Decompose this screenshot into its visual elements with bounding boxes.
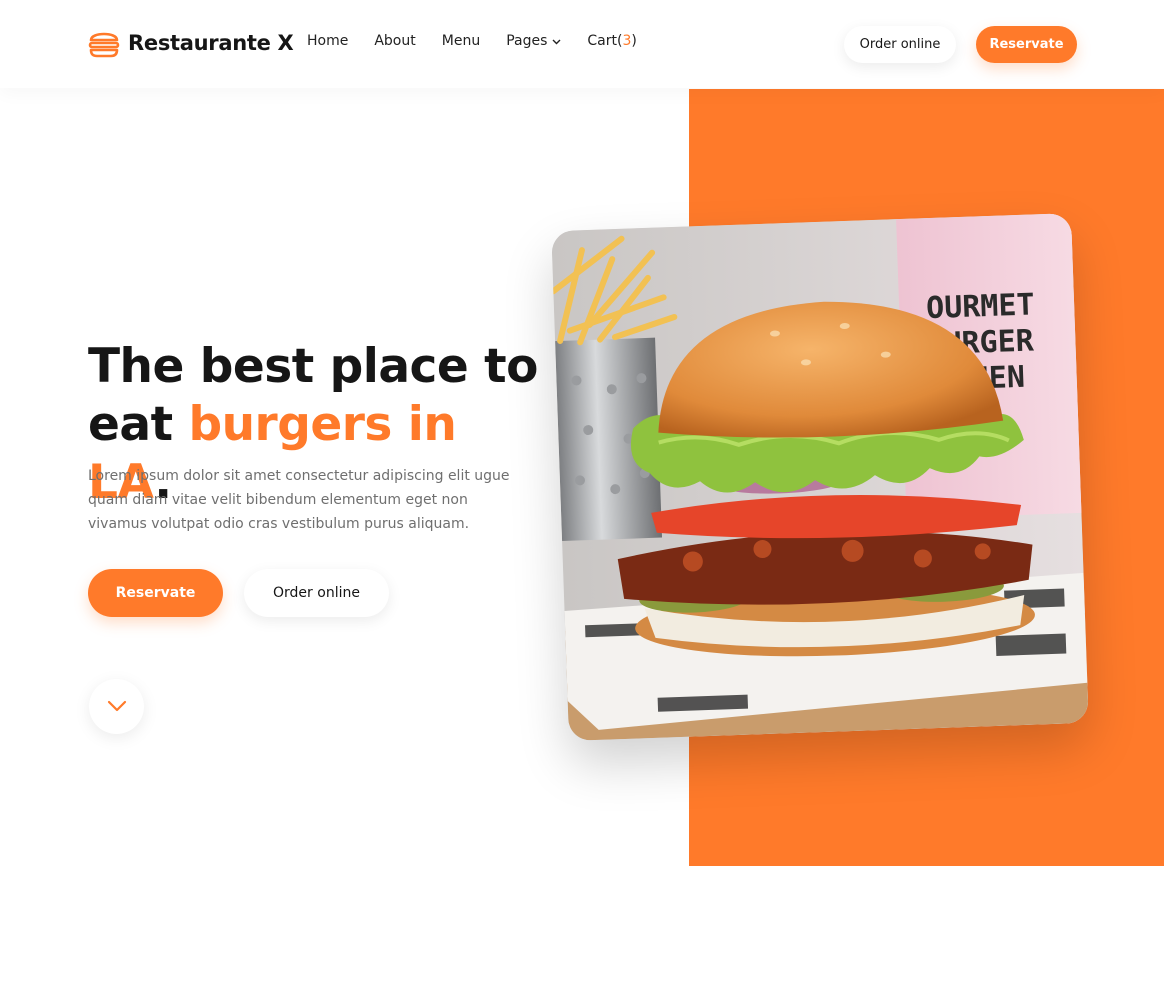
- burger-photo: OURMET BURGER TCHEN: [551, 213, 1089, 741]
- scroll-down-button[interactable]: [89, 679, 144, 734]
- nav-pages-label: Pages: [506, 33, 548, 49]
- brand-logo[interactable]: Restaurante X: [88, 28, 294, 58]
- nav-home[interactable]: Home: [307, 33, 348, 49]
- nav-menu[interactable]: Menu: [442, 33, 480, 49]
- hero-reservate-button[interactable]: Reservate: [88, 569, 223, 617]
- chevron-down-icon: [552, 33, 561, 49]
- burger-icon: [88, 28, 120, 58]
- header-reservate-button[interactable]: Reservate: [976, 26, 1077, 63]
- cart-close-paren: ): [631, 33, 637, 49]
- cart-label: Cart: [587, 33, 617, 49]
- header-order-online-button[interactable]: Order online: [844, 26, 956, 63]
- hero-order-online-button[interactable]: Order online: [244, 569, 389, 617]
- hero-description: Lorem ipsum dolor sit amet consectetur a…: [88, 468, 510, 532]
- cart-count-badge: 3: [622, 33, 632, 49]
- chevron-down-icon: [107, 697, 127, 716]
- main-nav: Home About Menu Pages Cart(3): [307, 33, 663, 49]
- nav-cart[interactable]: Cart(3): [587, 33, 636, 49]
- nav-pages[interactable]: Pages: [506, 33, 561, 49]
- brand-name: Restaurante X: [128, 31, 294, 55]
- sign-text-1: OURMET: [926, 287, 1036, 326]
- nav-about[interactable]: About: [374, 33, 415, 49]
- site-header: Restaurante X Home About Menu Pages Cart…: [0, 0, 1164, 88]
